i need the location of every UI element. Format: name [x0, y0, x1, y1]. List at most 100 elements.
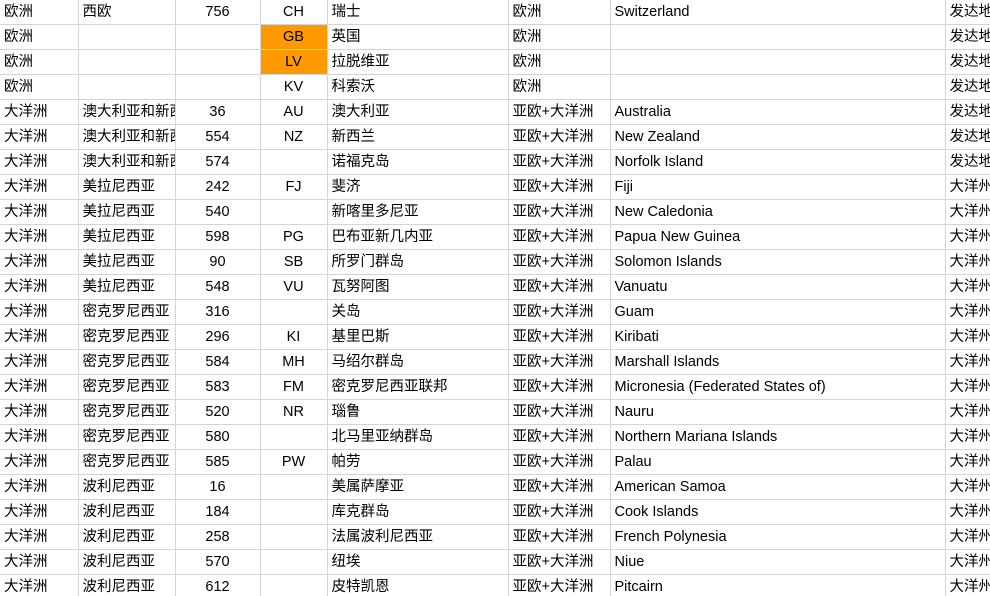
cell-continent[interactable]: 大洋洲 — [0, 474, 79, 500]
cell-continent[interactable]: 大洋洲 — [0, 174, 79, 200]
cell-development-status[interactable]: 大洋州 — [945, 324, 990, 350]
cell-chinese-name[interactable]: 北马里亚纳群岛 — [327, 424, 509, 450]
table-row[interactable]: 欧洲GB英国欧洲发达地区 — [0, 24, 990, 50]
cell-chinese-name[interactable]: 密克罗尼西亚联邦 — [327, 374, 509, 400]
cell-development-status[interactable]: 发达地区 — [945, 124, 990, 150]
cell-alpha-code-highlighted[interactable]: GB — [260, 24, 328, 50]
cell-alpha-code[interactable]: AU — [260, 99, 328, 125]
cell-alpha-code[interactable] — [260, 299, 328, 325]
cell-chinese-name[interactable]: 关岛 — [327, 299, 509, 325]
cell-numeric-code[interactable]: 258 — [175, 524, 261, 550]
cell-development-status[interactable]: 大洋州 — [945, 249, 990, 275]
cell-subregion[interactable]: 美拉尼西亚 — [78, 224, 176, 250]
table-row[interactable]: 大洋洲澳大利亚和新西兰36AU澳大利亚亚欧+大洋洲Australia发达地区 — [0, 99, 990, 125]
cell-alpha-code[interactable]: VU — [260, 274, 328, 300]
table-row[interactable]: 大洋洲 美拉尼西亚 548 VU 瓦努阿图 亚欧+大洋洲 Vanuatu 大洋州 — [0, 274, 990, 300]
cell-development-status[interactable]: 大洋州 — [945, 524, 990, 550]
cell-subregion[interactable]: 密克罗尼西亚 — [78, 299, 176, 325]
cell-numeric-code[interactable]: 612 — [175, 574, 261, 596]
cell-english-name[interactable]: Marshall Islands — [610, 349, 946, 375]
cell-continent[interactable]: 大洋洲 — [0, 449, 79, 475]
cell-subregion[interactable]: 密克罗尼西亚 — [78, 374, 176, 400]
cell-chinese-name[interactable]: 库克群岛 — [327, 499, 509, 525]
cell-english-name[interactable]: Pitcairn — [610, 574, 946, 596]
spreadsheet-grid[interactable]: 欧洲西欧756CH瑞士欧洲Switzerland发达地区欧洲GB英国欧洲发达地区… — [0, 0, 990, 596]
cell-english-name[interactable]: New Caledonia — [610, 199, 946, 225]
cell-continent[interactable]: 大洋洲 — [0, 149, 79, 175]
cell-region-group[interactable]: 亚欧+大洋洲 — [508, 174, 611, 200]
table-row[interactable]: 大洋洲 密克罗尼西亚 520 NR 瑙鲁 亚欧+大洋洲 Nauru 大洋州 — [0, 399, 990, 425]
cell-development-status[interactable]: 大洋州 — [945, 174, 990, 200]
table-row[interactable]: 大洋洲 美拉尼西亚 242 FJ 斐济 亚欧+大洋洲 Fiji 大洋州 — [0, 174, 990, 200]
cell-region-group[interactable]: 亚欧+大洋洲 — [508, 574, 611, 596]
cell-english-name[interactable]: Kiribati — [610, 324, 946, 350]
cell-chinese-name[interactable]: 美属萨摩亚 — [327, 474, 509, 500]
cell-continent[interactable]: 大洋洲 — [0, 399, 79, 425]
cell-subregion[interactable]: 澳大利亚和新西兰 — [78, 124, 176, 150]
cell-subregion[interactable]: 密克罗尼西亚 — [78, 399, 176, 425]
table-row[interactable]: 大洋洲 密克罗尼西亚 580 北马里亚纳群岛 亚欧+大洋洲 Northern Marian… — [0, 424, 990, 450]
cell-continent[interactable]: 大洋洲 — [0, 524, 79, 550]
cell-english-name[interactable]: French Polynesia — [610, 524, 946, 550]
table-row[interactable]: 大洋洲澳大利亚和新西兰574 诺福克岛亚欧+大洋洲Norfolk Island发达… — [0, 149, 990, 175]
cell-alpha-code[interactable] — [260, 199, 328, 225]
cell-subregion[interactable]: 密克罗尼西亚 — [78, 324, 176, 350]
cell-subregion[interactable] — [78, 74, 176, 100]
table-row[interactable]: 大洋洲 波利尼西亚 16 美属萨摩亚 亚欧+大洋洲 American Samoa 大洋州 — [0, 474, 990, 500]
cell-development-status[interactable]: 大洋州 — [945, 424, 990, 450]
table-row[interactable]: 大洋洲 密克罗尼西亚 296 KI 基里巴斯 亚欧+大洋洲 Kiribati 大洋州 — [0, 324, 990, 350]
cell-continent[interactable]: 大洋洲 — [0, 299, 79, 325]
table-row[interactable]: 大洋洲 密克罗尼西亚 584 MH 马绍尔群岛 亚欧+大洋洲 Marshall Island… — [0, 349, 990, 375]
cell-continent[interactable]: 欧洲 — [0, 49, 79, 75]
cell-region-group[interactable]: 亚欧+大洋洲 — [508, 149, 611, 175]
cell-english-name[interactable] — [610, 24, 946, 50]
cell-alpha-code[interactable]: KV — [260, 74, 328, 100]
table-row[interactable]: 欧洲KV科索沃欧洲发达地区 — [0, 74, 990, 100]
cell-development-status[interactable]: 发达地区 — [945, 74, 990, 100]
cell-numeric-code[interactable]: 570 — [175, 549, 261, 575]
cell-region-group[interactable]: 亚欧+大洋洲 — [508, 99, 611, 125]
cell-numeric-code[interactable]: 540 — [175, 199, 261, 225]
cell-subregion[interactable]: 波利尼西亚 — [78, 474, 176, 500]
cell-continent[interactable]: 大洋洲 — [0, 574, 79, 596]
cell-development-status[interactable]: 大洋州 — [945, 549, 990, 575]
cell-region-group[interactable]: 亚欧+大洋洲 — [508, 349, 611, 375]
cell-region-group[interactable]: 亚欧+大洋洲 — [508, 324, 611, 350]
cell-alpha-code[interactable]: NZ — [260, 124, 328, 150]
cell-development-status[interactable]: 大洋州 — [945, 574, 990, 596]
cell-continent[interactable]: 大洋洲 — [0, 499, 79, 525]
cell-chinese-name[interactable]: 帕劳 — [327, 449, 509, 475]
cell-continent[interactable]: 欧洲 — [0, 74, 79, 100]
cell-alpha-code[interactable] — [260, 424, 328, 450]
cell-english-name[interactable]: Fiji — [610, 174, 946, 200]
table-row[interactable]: 大洋洲 密克罗尼西亚 316 关岛 亚欧+大洋洲 Guam 大洋州 — [0, 299, 990, 325]
cell-numeric-code[interactable]: 580 — [175, 424, 261, 450]
cell-chinese-name[interactable]: 马绍尔群岛 — [327, 349, 509, 375]
cell-english-name[interactable]: Norfolk Island — [610, 149, 946, 175]
cell-english-name[interactable]: Micronesia (Federated States of) — [610, 374, 946, 400]
cell-chinese-name[interactable]: 新喀里多尼亚 — [327, 199, 509, 225]
cell-continent[interactable]: 大洋洲 — [0, 424, 79, 450]
cell-subregion[interactable]: 美拉尼西亚 — [78, 274, 176, 300]
cell-continent[interactable]: 大洋洲 — [0, 324, 79, 350]
cell-development-status[interactable]: 发达地区 — [945, 99, 990, 125]
cell-chinese-name[interactable]: 皮特凯恩 — [327, 574, 509, 596]
cell-numeric-code[interactable]: 584 — [175, 349, 261, 375]
cell-subregion[interactable]: 波利尼西亚 — [78, 574, 176, 596]
cell-numeric-code[interactable]: 184 — [175, 499, 261, 525]
cell-numeric-code[interactable]: 242 — [175, 174, 261, 200]
cell-continent[interactable]: 大洋洲 — [0, 249, 79, 275]
cell-region-group[interactable]: 欧洲 — [508, 49, 611, 75]
cell-chinese-name[interactable]: 科索沃 — [327, 74, 509, 100]
cell-numeric-code[interactable]: 548 — [175, 274, 261, 300]
cell-region-group[interactable]: 亚欧+大洋洲 — [508, 124, 611, 150]
cell-region-group[interactable]: 亚欧+大洋洲 — [508, 274, 611, 300]
cell-subregion[interactable]: 密克罗尼西亚 — [78, 424, 176, 450]
cell-english-name[interactable]: Northern Mariana Islands — [610, 424, 946, 450]
cell-development-status[interactable]: 大洋州 — [945, 474, 990, 500]
table-row[interactable]: 大洋洲 波利尼西亚 570 纽埃 亚欧+大洋洲 Niue 大洋州 — [0, 549, 990, 575]
cell-alpha-code[interactable] — [260, 499, 328, 525]
cell-chinese-name[interactable]: 新西兰 — [327, 124, 509, 150]
cell-region-group[interactable]: 亚欧+大洋洲 — [508, 249, 611, 275]
cell-subregion[interactable]: 密克罗尼西亚 — [78, 449, 176, 475]
